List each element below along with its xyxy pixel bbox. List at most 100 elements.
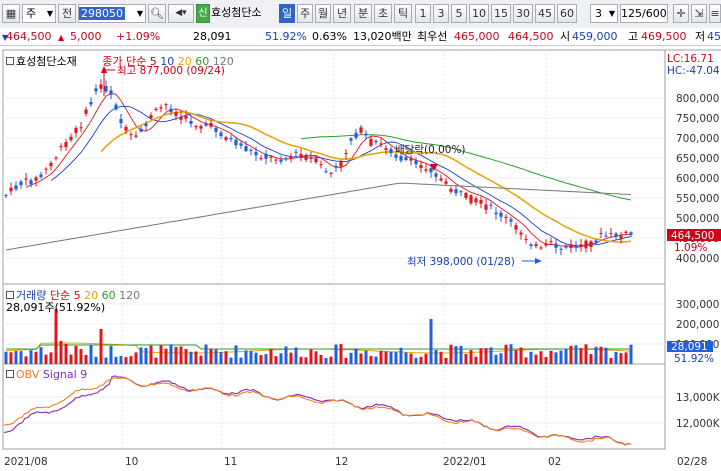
volume-bar xyxy=(349,352,353,364)
volume-bar xyxy=(149,345,153,364)
stock-code-field[interactable]: 298050 ▼ xyxy=(78,4,146,23)
volume-bar xyxy=(519,347,523,364)
panel-select-icon[interactable] xyxy=(6,291,14,299)
volume-bar xyxy=(299,356,303,364)
volume-bar xyxy=(154,357,158,364)
settings-icon[interactable]: ≡ xyxy=(709,4,721,23)
expand-icon[interactable]: ⇲ xyxy=(691,4,707,23)
volume-bar xyxy=(234,345,238,364)
y-tick-700000: 700,000 xyxy=(676,133,719,145)
volume-bar xyxy=(179,346,183,364)
volume-bar xyxy=(499,353,503,364)
count-select-value: 3 xyxy=(595,7,602,20)
period-tick[interactable]: 틱 xyxy=(394,4,412,23)
volume-bar xyxy=(184,348,188,364)
volume-bar xyxy=(359,353,363,364)
count-select[interactable]: 3 ▼ xyxy=(590,4,618,23)
up-triangle-icon: ▲ xyxy=(58,33,65,42)
volume-bar xyxy=(409,353,413,364)
interval-1[interactable]: 1 xyxy=(415,4,431,23)
volume-bar xyxy=(594,346,598,364)
obv-tick-12000k: 12,000K xyxy=(676,418,721,430)
chevron-down-icon: ▼ xyxy=(46,9,53,18)
best-ask: 465,000 xyxy=(454,30,500,43)
volume-bar xyxy=(49,352,53,364)
cross-arrows-icon[interactable]: ✛ xyxy=(673,4,689,23)
interval-45[interactable]: 45 xyxy=(535,4,555,23)
obv-panel-legend: OBV Signal 9 xyxy=(6,368,87,381)
high-price: 469,500 xyxy=(641,30,687,43)
low-price: 453 xyxy=(707,30,721,43)
speaker-icon[interactable]: ◀▾ xyxy=(168,4,194,23)
volume-bar xyxy=(414,357,418,364)
period-year[interactable]: 년 xyxy=(333,4,351,23)
interval-30[interactable]: 30 xyxy=(513,4,533,23)
volume-bar xyxy=(619,353,623,364)
volume-bar xyxy=(469,350,473,364)
volume-tag: 28,091 xyxy=(671,341,708,353)
volume-bar xyxy=(174,346,178,364)
market-tab-label: 주 xyxy=(26,7,37,20)
grid-menu-icon[interactable]: ▦ xyxy=(2,4,20,23)
market-select[interactable]: 주 ▼ xyxy=(22,4,56,23)
page-count-field[interactable]: 125/600 xyxy=(620,4,668,23)
separator xyxy=(580,4,586,23)
volume-bar xyxy=(74,345,78,364)
volume-bar xyxy=(304,357,308,364)
panel-select-icon[interactable] xyxy=(6,57,14,65)
volume-bar xyxy=(444,357,448,364)
volume-bar xyxy=(84,354,88,364)
stock-name: 효성첨단소 xyxy=(211,6,262,19)
hc-label: HC:-47.04 xyxy=(667,65,720,77)
volume-bar xyxy=(29,350,33,364)
period-day[interactable]: 일 xyxy=(279,4,295,23)
chevron-down-icon: ▼ xyxy=(136,9,143,18)
open-price: 459,000 xyxy=(572,30,618,43)
volume-bar xyxy=(324,357,328,364)
volume-bar xyxy=(364,350,368,364)
period-week[interactable]: 주 xyxy=(297,4,313,23)
volume-bar xyxy=(34,351,38,364)
period-month[interactable]: 월 xyxy=(315,4,331,23)
volume-bar xyxy=(284,346,288,364)
ma10-label: 10 xyxy=(160,55,175,68)
vol-tick-200000: 200,000 xyxy=(676,319,719,331)
interval-5[interactable]: 5 xyxy=(451,4,467,23)
volume-bar xyxy=(544,357,548,364)
volume-bar xyxy=(259,355,263,364)
volume-bar xyxy=(114,356,118,364)
current-price: 464,500 xyxy=(6,30,52,43)
period-minute[interactable]: 분 xyxy=(354,4,372,23)
interval-15[interactable]: 15 xyxy=(491,4,511,23)
interval-10[interactable]: 10 xyxy=(469,4,489,23)
price-change: 5,000 xyxy=(70,30,102,43)
volume-bar xyxy=(144,347,148,364)
obv-title: OBV xyxy=(16,368,40,381)
volume-bar xyxy=(539,351,543,364)
interval-60[interactable]: 60 xyxy=(557,4,577,23)
volume-bar xyxy=(549,350,553,364)
volume-bar xyxy=(579,348,583,364)
volume-bar xyxy=(9,352,13,364)
best-ask-label: 최우선 xyxy=(417,30,448,43)
volume-bar xyxy=(404,352,408,364)
volume-bar xyxy=(54,309,58,364)
search-icon[interactable]: 🔍︎ xyxy=(148,4,166,23)
volume-bar xyxy=(624,352,628,364)
panel-select-icon[interactable] xyxy=(6,370,14,378)
volume-bar xyxy=(194,351,198,364)
volume-bar xyxy=(314,351,318,364)
ma120-label: 120 xyxy=(212,55,234,68)
volume-bar xyxy=(479,348,483,364)
volume-bar xyxy=(434,349,438,364)
volume-bar xyxy=(254,352,258,364)
chart-area[interactable]: 800,000 750,000 700,000 650,000 600,000 … xyxy=(0,46,721,468)
low-label: 저 xyxy=(695,30,706,43)
volume-bar xyxy=(504,344,508,364)
period-second[interactable]: 초 xyxy=(374,4,392,23)
interval-3[interactable]: 3 xyxy=(433,4,449,23)
prev-button[interactable]: 전 xyxy=(58,4,76,23)
sin-badge: 신 xyxy=(196,4,210,23)
volume-bar xyxy=(169,344,173,364)
stock-chart[interactable]: 800,000 750,000 700,000 650,000 600,000 … xyxy=(0,46,721,468)
